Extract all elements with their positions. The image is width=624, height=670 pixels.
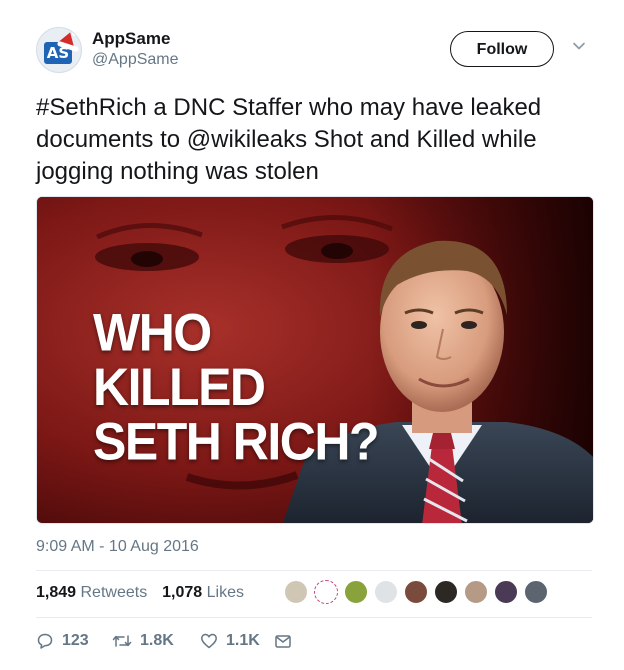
headline-line-1: WHO KILLED <box>93 303 266 417</box>
tweet-text: #SethRich a DNC Staffer who may have lea… <box>36 94 542 185</box>
likes-label[interactable]: Likes <box>207 584 244 601</box>
liker-avatar[interactable] <box>464 580 488 604</box>
liker-avatar[interactable] <box>344 580 368 604</box>
reply-button[interactable]: 123 <box>36 630 89 652</box>
headline-line-2: SETH RICH? <box>93 412 380 471</box>
likes-count[interactable]: 1,078 <box>162 584 202 601</box>
engagement-stats: 1,849 Retweets 1,078 Likes <box>36 584 244 602</box>
tweet-header: AS AppSame @AppSame Follow <box>36 27 596 79</box>
reply-icon <box>37 633 53 649</box>
reply-count: 123 <box>62 632 89 649</box>
tweet-timestamp[interactable]: 9:09 AM - 10 Aug 2016 <box>36 538 199 556</box>
liker-avatar[interactable] <box>284 580 308 604</box>
divider <box>36 570 592 571</box>
account-name[interactable]: AppSame <box>92 29 170 49</box>
retweets-label[interactable]: Retweets <box>81 584 148 601</box>
message-icon <box>275 635 291 648</box>
chevron-down-icon[interactable] <box>572 39 586 53</box>
like-button[interactable]: 1.1K <box>200 630 260 652</box>
like-count: 1.1K <box>226 632 260 649</box>
liker-avatar[interactable] <box>314 580 338 604</box>
message-button[interactable] <box>274 630 292 652</box>
liker-avatar[interactable] <box>494 580 518 604</box>
media-headline: WHO KILLED SETH RICH? <box>93 305 393 469</box>
avatar[interactable]: AS <box>36 27 82 73</box>
liker-avatar[interactable] <box>374 580 398 604</box>
like-icon <box>201 633 217 649</box>
liker-avatar[interactable] <box>434 580 458 604</box>
retweets-count[interactable]: 1,849 <box>36 584 76 601</box>
santa-hat-pom <box>72 30 78 36</box>
retweet-button[interactable]: 1.8K <box>112 630 174 652</box>
liker-avatar[interactable] <box>524 580 548 604</box>
divider <box>36 617 592 618</box>
account-handle[interactable]: @AppSame <box>92 51 179 69</box>
retweet-icon <box>112 635 132 647</box>
follow-button[interactable]: Follow <box>450 31 554 67</box>
tweet-media[interactable]: WHO KILLED SETH RICH? <box>36 196 594 524</box>
liker-avatar[interactable] <box>404 580 428 604</box>
retweet-count: 1.8K <box>140 632 174 649</box>
